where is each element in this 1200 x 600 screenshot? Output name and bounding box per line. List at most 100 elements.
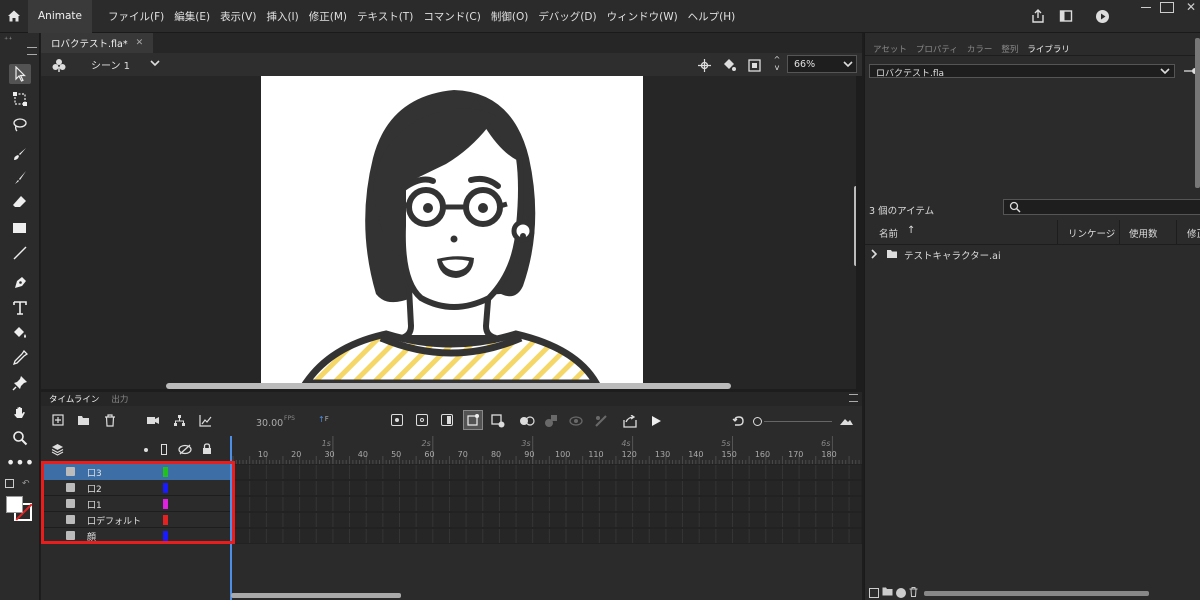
tab-color[interactable]: カラー <box>967 43 993 55</box>
edit-multiple-frames-icon[interactable] <box>721 57 737 73</box>
tween-icon[interactable] <box>519 414 535 428</box>
menu-item[interactable]: 挿入(I) <box>266 9 298 24</box>
tools-collapse-icon[interactable]: ⁺⁺ <box>4 35 14 44</box>
default-colors-icon[interactable] <box>5 479 14 488</box>
vertical-scrollbar[interactable] <box>854 76 856 383</box>
eyedropper-tool-icon[interactable] <box>9 348 31 368</box>
character-illustration[interactable] <box>261 76 643 383</box>
fps-value[interactable]: 30.00 <box>256 418 283 429</box>
onion-skin-icon[interactable] <box>463 410 483 430</box>
frame-indicator[interactable]: ↑F <box>318 415 329 424</box>
scene-label[interactable]: シーン 1 <box>91 57 130 72</box>
menu-item[interactable]: ファイル(F) <box>108 9 164 24</box>
menu-item[interactable]: ウィンドウ(W) <box>607 9 678 24</box>
new-symbol-icon[interactable] <box>869 588 879 598</box>
mountain-zoom-icon[interactable] <box>838 414 854 428</box>
more-tools-icon[interactable]: ••• <box>6 453 34 473</box>
chevron-down-icon[interactable] <box>1160 66 1170 79</box>
play-icon[interactable] <box>649 414 663 428</box>
eraser-tool-icon[interactable] <box>9 192 31 212</box>
highlight-column-dot[interactable] <box>144 448 148 452</box>
new-folder-icon[interactable] <box>76 413 90 427</box>
chevron-down-icon[interactable] <box>150 58 160 71</box>
timeline-zoom-slider[interactable] <box>753 417 833 427</box>
menu-item[interactable]: テキスト(T) <box>357 9 413 24</box>
delete-layer-icon[interactable] <box>103 413 117 427</box>
insert-blank-keyframe-icon[interactable] <box>416 414 428 426</box>
menu-item[interactable]: 制御(O) <box>491 9 528 24</box>
frame-ruler[interactable]: 1s 2s 3s 4s 5s 6s 10 20 30 40 50 60 70 80 90 100 110 120 1… <box>231 436 862 464</box>
selection-tool-icon[interactable] <box>9 64 31 84</box>
panel-menu-icon[interactable] <box>849 394 858 402</box>
lasso-tool-icon[interactable] <box>9 115 31 135</box>
share-icon[interactable] <box>1030 8 1046 24</box>
free-transform-tool-icon[interactable] <box>9 89 31 109</box>
pin-tool-icon[interactable] <box>9 373 31 393</box>
tab-library[interactable]: ライブラリ <box>1027 43 1070 55</box>
swap-colors-icon[interactable]: ↶ <box>22 479 30 489</box>
zoom-tool-icon[interactable] <box>9 428 31 448</box>
column-name[interactable]: 名前 <box>879 226 898 240</box>
zoom-field[interactable]: 66% <box>787 55 857 73</box>
snap-center-icon[interactable] <box>696 57 712 73</box>
menu-item[interactable]: 修正(M) <box>309 9 347 24</box>
rectangle-tool-icon[interactable] <box>9 218 31 238</box>
sort-up-icon[interactable]: ↑ <box>907 225 915 236</box>
menu-item[interactable]: 編集(E) <box>174 9 210 24</box>
right-vertical-scrollbar[interactable] <box>1195 33 1200 193</box>
menu-item[interactable]: 表示(V) <box>220 9 256 24</box>
window-close-button[interactable]: ✕ <box>1182 0 1200 14</box>
column-linkage[interactable]: リンケージ <box>1068 226 1115 240</box>
window-maximize-button[interactable] <box>1160 2 1174 13</box>
hide-all-icon[interactable] <box>178 443 192 455</box>
tab-align[interactable]: 整列 <box>1001 43 1018 55</box>
tab-properties[interactable]: プロパティ <box>916 43 958 55</box>
layer-parenting-icon[interactable] <box>172 413 186 427</box>
new-layer-icon[interactable] <box>51 413 65 427</box>
insert-frame-icon[interactable] <box>441 414 453 426</box>
properties-icon[interactable] <box>896 588 906 598</box>
menu-item[interactable]: ヘルプ(H) <box>688 9 736 24</box>
hand-tool-icon[interactable] <box>9 403 31 423</box>
artboard[interactable] <box>261 76 643 383</box>
camera-icon[interactable] <box>146 413 160 427</box>
zoom-stepper[interactable]: ^ v <box>772 56 782 74</box>
lock-icon[interactable] <box>201 443 213 455</box>
fill-color-swatch[interactable] <box>6 496 23 513</box>
export-icon[interactable] <box>623 414 637 428</box>
test-movie-icon[interactable] <box>1094 8 1110 24</box>
tab-timeline[interactable]: タイムライン <box>49 393 99 405</box>
clip-content-icon[interactable] <box>746 57 762 73</box>
library-search-input[interactable] <box>1003 199 1200 215</box>
paint-brush-tool-icon[interactable] <box>9 144 31 164</box>
horizontal-scrollbar[interactable] <box>41 383 856 389</box>
timeline-horizontal-scrollbar[interactable] <box>231 593 862 598</box>
text-tool-icon[interactable] <box>9 298 31 318</box>
loop-icon[interactable] <box>731 414 745 428</box>
graph-icon[interactable] <box>198 413 212 427</box>
tab-output[interactable]: 出力 <box>111 393 128 405</box>
library-file-select[interactable]: ロバクテスト.fla <box>869 64 1175 79</box>
home-icon[interactable] <box>0 0 28 33</box>
insert-keyframe-icon[interactable] <box>391 414 403 426</box>
panel-layout-icon[interactable] <box>1058 8 1074 24</box>
menu-item[interactable]: コマンド(C) <box>423 9 481 24</box>
pen-tool-icon[interactable] <box>9 273 31 293</box>
edit-symbol-icon[interactable] <box>47 58 71 72</box>
tools-menu-icon[interactable] <box>27 47 37 55</box>
column-use-count[interactable]: 使用数 <box>1129 226 1158 240</box>
trash-icon[interactable] <box>909 586 918 600</box>
document-tab[interactable]: ロバクテスト.fla* ✕ <box>41 33 154 53</box>
menu-item[interactable]: デバッグ(D) <box>538 9 596 24</box>
outline-column-icon[interactable] <box>161 444 167 455</box>
brush-tool-icon[interactable] <box>9 168 31 188</box>
expand-arrow-icon[interactable] <box>870 248 878 262</box>
new-folder-icon[interactable] <box>882 587 893 599</box>
chevron-down-icon[interactable] <box>843 59 853 72</box>
paint-bucket-tool-icon[interactable] <box>9 323 31 343</box>
close-icon[interactable]: ✕ <box>136 38 144 48</box>
frame-grid[interactable] <box>231 464 862 544</box>
stage-area[interactable] <box>41 76 856 383</box>
column-modified[interactable]: 修正 <box>1187 226 1200 240</box>
app-tab[interactable]: Animate <box>28 0 92 33</box>
